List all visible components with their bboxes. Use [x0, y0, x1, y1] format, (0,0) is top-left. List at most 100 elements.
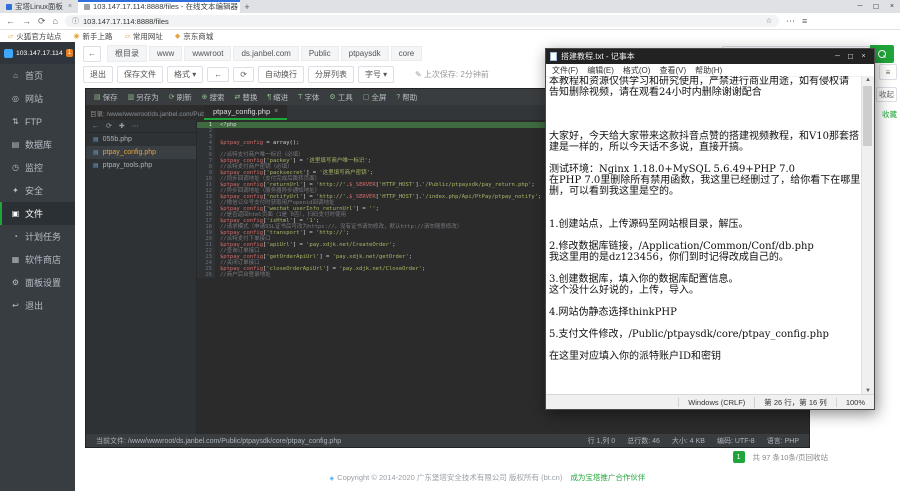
- maximize-icon[interactable]: ☐: [844, 53, 857, 61]
- menu-icon[interactable]: ≡: [802, 17, 807, 26]
- pagination-item[interactable]: 共 97 条: [753, 453, 781, 462]
- breadcrumb-item[interactable]: ptpaysdk: [341, 46, 389, 61]
- toolbar-button[interactable]: 格式 ▾: [167, 66, 203, 83]
- breadcrumb-item[interactable]: core: [391, 46, 423, 61]
- url-bar[interactable]: ⓘ 103.147.17.114:8888/files ☆: [65, 15, 779, 27]
- sidebar-item[interactable]: ◎网站: [0, 87, 75, 110]
- notepad-menu-item[interactable]: 编辑(E): [587, 65, 614, 76]
- bookmark-item-icon: ◆: [175, 32, 180, 40]
- editor-toolbar-button[interactable]: ▥另存为: [128, 92, 159, 103]
- toolbar-button[interactable]: 保存文件: [117, 66, 163, 83]
- breadcrumb-item[interactable]: ds.janbel.com: [233, 46, 298, 61]
- sidebar-item[interactable]: ▦软件商店: [0, 248, 75, 271]
- bookmark-item[interactable]: ▱常用网址: [125, 31, 163, 42]
- edge-controls: ≡ 收起 收藏: [875, 64, 897, 120]
- toolbar-button[interactable]: 自动换行: [258, 66, 304, 83]
- editor-toolbar-button[interactable]: ?帮助: [396, 92, 417, 103]
- partner-link[interactable]: 成为宝塔推广合作伙伴: [570, 473, 645, 482]
- toolbar-button[interactable]: 退出: [83, 66, 113, 83]
- sidebar-item[interactable]: ⇅FTP: [0, 110, 75, 133]
- bookmark-star-icon[interactable]: ☆: [766, 17, 772, 25]
- notepad-menu-item[interactable]: 格式(O): [623, 65, 651, 76]
- close-icon[interactable]: ×: [857, 53, 870, 61]
- sidebar-item[interactable]: ▣文件: [0, 202, 75, 225]
- editor-toolbar-button[interactable]: ¶缩进: [267, 92, 288, 103]
- scroll-up-icon[interactable]: ▲: [862, 77, 874, 83]
- pagination-item[interactable]: 回收站: [806, 453, 829, 462]
- editor-toolbar-button-label: 保存: [103, 92, 118, 103]
- close-icon[interactable]: ×: [884, 3, 900, 10]
- editor-toolbar-button[interactable]: ⇄替换: [235, 92, 258, 103]
- bookmark-item[interactable]: ◉新手上路: [73, 31, 112, 42]
- toolbar-button[interactable]: ←: [207, 67, 229, 82]
- file-tree-item[interactable]: ▤ptpay_config.php: [86, 146, 196, 159]
- editor-toolbar-button[interactable]: ▢全屏: [363, 92, 387, 103]
- toolbar-button[interactable]: 分屏列表: [308, 66, 354, 83]
- maximize-icon[interactable]: ☐: [868, 3, 884, 11]
- forward-icon[interactable]: →: [22, 17, 31, 26]
- list-menu-icon[interactable]: ≡: [879, 64, 897, 80]
- tab-close-icon[interactable]: ×: [274, 108, 278, 115]
- favorite-link[interactable]: 收藏: [882, 109, 897, 120]
- caret-position: 第 26 行，第 16 列: [754, 397, 836, 408]
- sidebar-item[interactable]: ✦安全: [0, 179, 75, 202]
- language: 语言: PHP: [767, 436, 799, 446]
- bookmark-item[interactable]: ▱火狐官方站点: [8, 31, 61, 42]
- breadcrumb-item[interactable]: Public: [301, 46, 339, 61]
- editor-toolbar-button[interactable]: ⚙工具: [329, 92, 352, 103]
- message-badge[interactable]: 1: [66, 49, 73, 57]
- notepad-scrollbar[interactable]: ▲ ▼: [861, 76, 874, 395]
- editor-toolbar-button[interactable]: ⟳刷新: [169, 92, 192, 103]
- new-tab-button[interactable]: +: [240, 0, 254, 13]
- editor-toolbar-button[interactable]: ▤保存: [94, 92, 118, 103]
- scrollbar-thumb[interactable]: [863, 86, 872, 146]
- notepad-menu-item[interactable]: 文件(F): [552, 65, 578, 76]
- back-icon[interactable]: ←: [6, 17, 15, 26]
- notepad-menu-item[interactable]: 查看(V): [659, 65, 686, 76]
- breadcrumb-item[interactable]: 根目录: [107, 45, 147, 62]
- bookmark-item[interactable]: ◆京东商城: [175, 31, 213, 42]
- editor-toolbar-button-icon: ▥: [128, 93, 135, 101]
- editor-toolbar-button[interactable]: T字体: [298, 92, 319, 103]
- page-number[interactable]: 1: [733, 451, 745, 463]
- sidebar-item[interactable]: ⚙面板设置: [0, 271, 75, 294]
- toolbar-button[interactable]: ⟳: [233, 67, 254, 82]
- sidebar-item[interactable]: ⌂首页: [0, 64, 75, 87]
- sidebar-item[interactable]: ↩退出: [0, 294, 75, 317]
- server-ip: 103.147.17.114: [16, 50, 63, 57]
- notepad-menu-item[interactable]: 帮助(H): [695, 65, 722, 76]
- breadcrumb-item[interactable]: www: [149, 46, 182, 61]
- minimize-icon[interactable]: ─: [831, 53, 844, 61]
- tree-tool-icon[interactable]: ✚: [119, 122, 125, 130]
- editor-file-tab[interactable]: ptpay_config.php ×: [204, 105, 287, 120]
- panel-header[interactable]: 103.147.17.114 1: [0, 42, 75, 64]
- sidebar-item[interactable]: ◷监控: [0, 156, 75, 179]
- file-tree-item[interactable]: ▤055b.php: [86, 133, 196, 146]
- tab-panel[interactable]: 宝塔Linux面板 ×: [0, 0, 78, 13]
- editor-toolbar-button-icon: ⊕: [202, 93, 208, 101]
- editor-toolbar-button-icon: ▤: [94, 93, 101, 101]
- site-info-icon[interactable]: ⓘ: [72, 16, 79, 26]
- minimize-icon[interactable]: ─: [852, 3, 868, 10]
- tree-tool-icon[interactable]: ←: [92, 123, 99, 130]
- file-tree-item[interactable]: ▤ptpay_tools.php: [86, 159, 196, 172]
- editor-toolbar-button[interactable]: ⊕搜索: [202, 92, 225, 103]
- more-icon[interactable]: ⋯: [786, 17, 795, 26]
- breadcrumb-item[interactable]: wwwroot: [184, 46, 231, 61]
- reload-icon[interactable]: ⟳: [38, 17, 46, 26]
- notepad-titlebar[interactable]: 搭建教程.txt - 记事本 ─ ☐ ×: [546, 49, 874, 64]
- pagination-item[interactable]: 10条/页: [780, 453, 805, 462]
- sidebar-item[interactable]: ▤数据库: [0, 133, 75, 156]
- file-tree-item-icon: ▤: [93, 136, 99, 143]
- editor-toolbar-button-label: 缩进: [273, 92, 288, 103]
- back-button[interactable]: ←: [83, 46, 101, 62]
- tree-tool-icon[interactable]: ⟳: [106, 122, 112, 130]
- tab-editor[interactable]: 103.147.17.114:8888/files - 在线文本编辑器 ×: [78, 0, 240, 13]
- home-icon[interactable]: ⌂: [53, 17, 58, 26]
- notepad-text[interactable]: 本教程和资源仅供学习和研究使用，严禁进行商业用途，如有侵权请 告知删除视频，请在…: [549, 76, 861, 395]
- sidebar-item[interactable]: ◔计划任务: [0, 225, 75, 248]
- tab-close-icon[interactable]: ×: [68, 3, 72, 10]
- toolbar-button[interactable]: 字号 ▾: [358, 66, 394, 83]
- tree-tool-icon[interactable]: ⋯: [132, 122, 139, 130]
- collapse-button[interactable]: 收起: [876, 87, 897, 102]
